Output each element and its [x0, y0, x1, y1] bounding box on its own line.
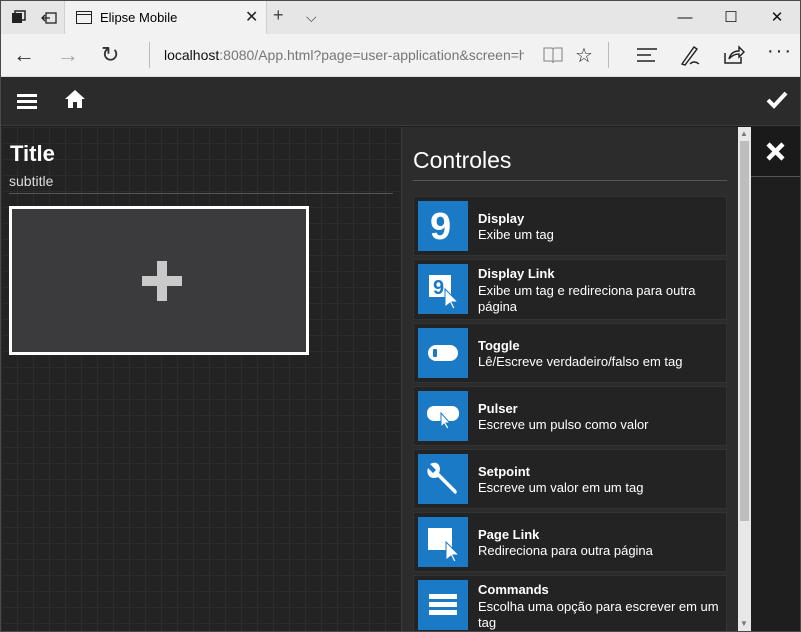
toggle-icon — [418, 328, 468, 378]
wrench-icon — [418, 454, 468, 504]
control-desc: Escreve um valor em um tag — [478, 480, 644, 495]
control-item-display[interactable]: 9 Display Exibe um tag — [413, 196, 727, 256]
control-name: Commands — [478, 582, 549, 597]
plus-icon — [142, 261, 182, 301]
control-desc: Exibe um tag e redireciona para outra pá… — [478, 283, 696, 314]
control-name: Display — [478, 211, 525, 226]
browser-window: Elipse Mobile ✕ + ⌵ — ☐ ✕ ← → ↻ localhos… — [0, 0, 801, 632]
separator — [149, 42, 150, 68]
close-icon — [766, 142, 785, 161]
panel-scrollbar[interactable]: ▲ ▼ — [738, 127, 751, 631]
url-host: localhost — [164, 47, 220, 63]
share-icon[interactable] — [723, 45, 745, 65]
close-column — [751, 127, 800, 631]
checkmark-icon[interactable] — [766, 91, 788, 109]
tab-bar: Elipse Mobile ✕ + ⌵ — ☐ ✕ — [1, 1, 800, 34]
forward-icon[interactable]: → — [57, 42, 79, 68]
close-panel-button[interactable] — [751, 127, 800, 177]
scroll-up-icon[interactable]: ▲ — [740, 129, 748, 138]
separator — [608, 42, 609, 68]
maximize-button[interactable]: ☐ — [708, 1, 754, 34]
control-name: Page Link — [478, 527, 540, 542]
hub-icon[interactable] — [637, 48, 657, 62]
control-desc: Lê/Escreve verdadeiro/falso em tag — [478, 354, 683, 369]
control-item-display-link[interactable]: 9 Display Link Exibe um tag e redirecion… — [413, 259, 727, 320]
divider — [9, 193, 393, 194]
address-bar: ← → ↻ localhost:8080/App.html?page=user-… — [1, 34, 800, 77]
app-toolbar — [1, 77, 800, 126]
home-icon[interactable] — [64, 89, 86, 109]
reading-view-icon[interactable] — [543, 46, 563, 64]
restore-tabs-icon[interactable] — [41, 10, 57, 26]
page-title[interactable]: Title — [10, 141, 55, 167]
control-desc: Exibe um tag — [478, 227, 554, 242]
control-name: Display Link — [478, 266, 555, 281]
back-icon[interactable]: ← — [13, 42, 35, 68]
tab-title: Elipse Mobile — [100, 10, 178, 25]
tab-close-icon[interactable]: ✕ — [245, 7, 258, 27]
tabs-aside-icon[interactable] — [11, 10, 27, 26]
display-link-icon: 9 — [418, 264, 468, 314]
scroll-thumb[interactable] — [740, 141, 749, 521]
divider — [413, 180, 727, 181]
controls-panel: Controles 9 Display Exibe um tag 9 Displ… — [401, 127, 750, 631]
control-desc: Escolha uma opção para escrever em um ta… — [478, 599, 719, 630]
commands-icon — [418, 580, 468, 630]
url-rest: :8080/App.html?page=user-application&scr… — [219, 47, 524, 63]
chevron-down-icon[interactable]: ⌵ — [306, 9, 317, 26]
add-control-placeholder[interactable] — [9, 206, 309, 355]
page-canvas: Title subtitle — [1, 127, 401, 631]
pulser-icon — [418, 391, 468, 441]
page-subtitle[interactable]: subtitle — [9, 173, 53, 189]
more-icon[interactable]: ··· — [767, 40, 793, 63]
control-item-commands[interactable]: Commands Escolha uma opção para escrever… — [413, 575, 727, 631]
url-field[interactable]: localhost:8080/App.html?page=user-applic… — [164, 47, 524, 63]
page-link-icon — [418, 517, 468, 567]
control-desc: Escreve um pulso como valor — [478, 417, 649, 432]
nine-icon: 9 — [418, 201, 468, 251]
control-item-toggle[interactable]: Toggle Lê/Escreve verdadeiro/falso em ta… — [413, 323, 727, 383]
control-desc: Redireciona para outra página — [478, 543, 653, 558]
control-item-page-link[interactable]: Page Link Redireciona para outra página — [413, 512, 727, 572]
close-window-button[interactable]: ✕ — [754, 1, 800, 34]
control-item-setpoint[interactable]: Setpoint Escreve um valor em um tag — [413, 449, 727, 509]
tab-elipse-mobile[interactable]: Elipse Mobile ✕ — [64, 1, 267, 34]
menu-icon[interactable] — [17, 93, 37, 109]
favorite-star-icon[interactable]: ☆ — [575, 43, 593, 68]
svg-text:9: 9 — [433, 277, 444, 299]
control-name: Toggle — [478, 338, 520, 353]
panel-title: Controles — [413, 147, 512, 173]
scroll-down-icon[interactable]: ▼ — [740, 619, 748, 628]
control-name: Pulser — [478, 401, 518, 416]
control-item-pulser[interactable]: Pulser Escreve um pulso como valor — [413, 386, 727, 446]
page-icon — [76, 11, 92, 24]
refresh-icon[interactable]: ↻ — [101, 42, 119, 68]
web-note-icon[interactable] — [680, 44, 700, 66]
minimize-button[interactable]: — — [662, 1, 708, 34]
new-tab-icon[interactable]: + — [273, 5, 284, 26]
control-name: Setpoint — [478, 464, 530, 479]
